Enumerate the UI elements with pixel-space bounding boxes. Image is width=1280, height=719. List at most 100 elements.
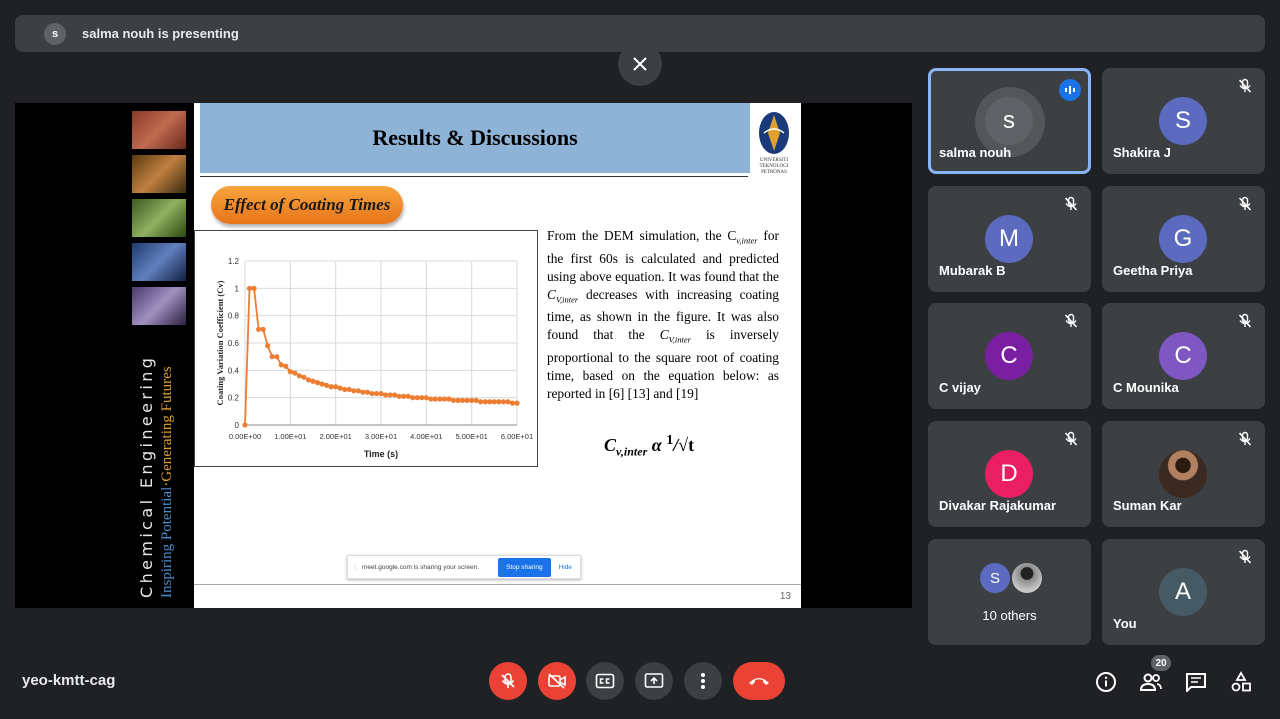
muted-mic-icon	[1237, 313, 1255, 331]
participant-name: Geetha Priya	[1113, 263, 1193, 278]
data-point	[265, 343, 271, 349]
participant-tile[interactable]: A You	[1102, 539, 1265, 645]
hide-button[interactable]: Hide	[559, 564, 572, 571]
data-point	[342, 386, 348, 393]
captions-button[interactable]	[586, 662, 624, 700]
data-point	[491, 399, 497, 405]
data-point	[278, 362, 284, 368]
muted-mic-icon	[1237, 431, 1255, 449]
data-point	[382, 392, 389, 398]
mic-toggle-button[interactable]	[489, 662, 527, 700]
muted-mic-icon	[1237, 549, 1255, 567]
muted-mic-icon	[1063, 431, 1081, 449]
captions-icon	[595, 673, 615, 689]
data-point	[469, 397, 475, 403]
avatar: s	[985, 97, 1033, 145]
data-point	[428, 396, 434, 402]
data-point	[246, 285, 253, 291]
mic-off-icon	[501, 673, 515, 688]
data-point	[274, 354, 280, 360]
data-point	[351, 388, 357, 394]
cv-line-chart: 0 0.2 0.4 0.6 0.8 1 1.2 0.00E+00 1.00E+01 2.00E+0…	[215, 257, 533, 459]
participant-tile[interactable]: s salma nouh	[928, 68, 1091, 174]
data-point	[314, 380, 321, 386]
participant-name: Suman Kar	[1113, 498, 1182, 513]
camera-toggle-button[interactable]	[538, 662, 576, 700]
data-point	[378, 390, 384, 397]
x-tick-label: 0.00E+00	[229, 432, 261, 441]
data-point	[283, 363, 289, 369]
y-tick-label: 0.8	[228, 312, 240, 321]
data-point	[269, 354, 275, 360]
participant-name: C vijay	[939, 380, 981, 395]
participant-tile[interactable]: M Mubarak B	[928, 186, 1091, 292]
close-presentation-button[interactable]	[618, 42, 662, 86]
avatar: G	[1159, 215, 1207, 263]
data-point	[450, 397, 457, 403]
share-message: meet.google.com is sharing your screen.	[362, 563, 480, 571]
more-options-button[interactable]	[684, 662, 722, 700]
participant-tile[interactable]: CC Mounika	[1102, 303, 1265, 409]
participant-name: Divakar Rajakumar	[939, 498, 1057, 513]
data-point	[256, 326, 262, 332]
data-point	[387, 392, 393, 398]
screen-share-notice: ⁞ meet.google.com is sharing your screen…	[347, 555, 581, 579]
participant-tile[interactable]: Suman Kar	[1102, 421, 1265, 527]
participant-tile[interactable]: S Shakira J	[1102, 68, 1265, 174]
stop-sharing-button[interactable]: Stop sharing	[498, 557, 551, 577]
others-avatar-group: S	[980, 563, 1042, 593]
data-point	[396, 393, 402, 399]
camera-off-icon	[548, 673, 566, 689]
section-pill: Effect of Coating Times	[211, 186, 403, 224]
presenter-avatar: s	[44, 22, 66, 45]
activities-shapes-icon	[1231, 671, 1251, 692]
data-point	[482, 399, 488, 405]
info-icon	[1096, 672, 1116, 692]
participant-name: salma nouh	[939, 145, 1012, 160]
y-tick-label: 1	[235, 284, 240, 293]
participant-name: 10 others	[982, 608, 1037, 623]
slide: Results & Discussions UNIVERSITI TEKNOLO…	[194, 103, 801, 608]
side-text-line1: Chemical Engineering	[137, 354, 156, 598]
x-tick-label: 1.00E+01	[274, 432, 306, 441]
slide-photo-strip	[132, 111, 186, 331]
data-point	[337, 385, 343, 391]
meeting-details-button[interactable]	[1094, 670, 1118, 694]
data-point	[301, 374, 307, 380]
leave-call-button[interactable]	[733, 662, 785, 700]
participant-tile[interactable]: S 10 others	[928, 539, 1091, 645]
people-button[interactable]	[1139, 670, 1163, 694]
slide-page-number: 13	[779, 591, 791, 602]
x-tick-label: 5.00E+01	[456, 432, 488, 441]
data-point	[414, 395, 420, 401]
avatar-photo	[1159, 450, 1207, 498]
participant-tile[interactable]: D Divakar Rajakumar	[928, 421, 1091, 527]
data-point	[319, 381, 325, 387]
university-crest-icon	[759, 112, 789, 154]
data-point	[478, 399, 484, 405]
side-text-line2: Inspiring Potential·Generating Futures	[159, 366, 175, 598]
chat-button[interactable]	[1184, 670, 1208, 694]
data-point	[500, 399, 506, 405]
y-tick-label: 0.2	[228, 394, 240, 403]
avatar: A	[1159, 568, 1207, 616]
data-point	[251, 285, 257, 291]
drag-handle[interactable]: ⁞	[348, 564, 362, 571]
avatar: C	[985, 332, 1033, 380]
data-point	[242, 422, 248, 428]
x-tick-label: 3.00E+01	[365, 432, 397, 441]
participant-tile[interactable]: G Geetha Priya	[1102, 186, 1265, 292]
present-button[interactable]	[635, 662, 673, 700]
participant-tile[interactable]: C C vijay	[928, 303, 1091, 409]
data-point	[328, 384, 334, 390]
y-axis-label: Coating Variation Coefficient (Cv)	[215, 280, 225, 405]
footer-line	[194, 584, 801, 585]
slide-paragraph: From the DEM simulation, the Cv,inter fo…	[547, 228, 779, 402]
meeting-code: yeo-kmtt-cag	[22, 672, 116, 689]
data-point	[460, 397, 466, 403]
data-point	[496, 399, 502, 405]
y-tick-label: 0.4	[228, 366, 240, 375]
avatar: M	[985, 215, 1033, 263]
activities-button[interactable]	[1229, 670, 1253, 694]
avatar-photo	[1012, 563, 1042, 593]
